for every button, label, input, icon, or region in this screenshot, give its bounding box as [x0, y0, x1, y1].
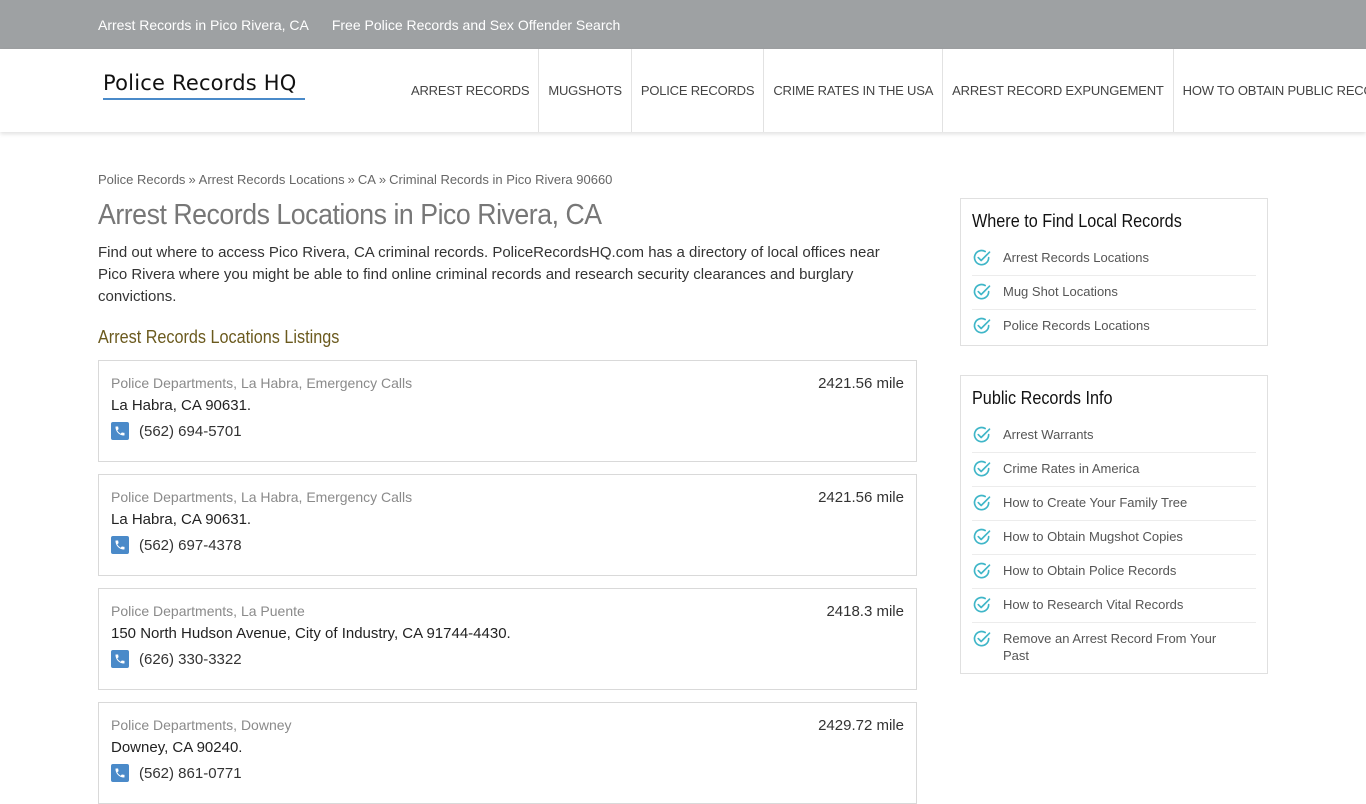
- listing-distance: 2421.56 mile: [818, 375, 904, 392]
- listing-card: Police Departments, La Habra, Emergency …: [98, 474, 917, 576]
- sidebar-item-label: Arrest Warrants: [1003, 427, 1094, 442]
- logo-text: Police Records HQ: [103, 71, 297, 95]
- topbar-link-free-search[interactable]: Free Police Records and Sex Offender Sea…: [332, 17, 620, 33]
- breadcrumb-arrest-locations[interactable]: Arrest Records Locations: [199, 172, 345, 187]
- listing-phone[interactable]: (562) 694-5701: [111, 422, 904, 440]
- site-logo[interactable]: Police Records HQ: [103, 71, 305, 100]
- page-title: Arrest Records Locations in Pico Rivera,…: [98, 199, 602, 231]
- check-circle-icon: [973, 460, 991, 477]
- sidebar-item[interactable]: Remove an Arrest Record From Your Past: [972, 623, 1256, 671]
- nav-item-expungement[interactable]: Arrest Record Expungement: [942, 49, 1172, 132]
- sidebar-item[interactable]: Arrest Warrants: [972, 419, 1256, 453]
- topbar-link-arrest-records[interactable]: Arrest Records in Pico Rivera, CA: [98, 17, 309, 33]
- sidebar-widget-public-records: Public Records Info Arrest Warrants Crim…: [960, 375, 1268, 674]
- widget-title: Public Records Info: [972, 388, 1113, 408]
- widget-title: Where to Find Local Records: [972, 211, 1182, 231]
- listing-phone[interactable]: (562) 861-0771: [111, 764, 904, 782]
- logo-underline: [103, 98, 305, 100]
- site-header: Police Records HQ Arrest Records Mugshot…: [0, 49, 1366, 132]
- sidebar-item-label: How to Research Vital Records: [1003, 597, 1184, 612]
- listing-distance: 2429.72 mile: [818, 717, 904, 734]
- intro-text: Find out where to access Pico Rivera, CA…: [98, 244, 880, 305]
- sidebar-item-label: Police Records Locations: [1003, 318, 1150, 333]
- check-circle-icon: [973, 596, 991, 613]
- sidebar-item[interactable]: Arrest Records Locations: [972, 242, 1256, 276]
- listings-heading: Arrest Records Locations Listings: [98, 327, 340, 347]
- main-content: Police Records» Arrest Records Locations»…: [98, 172, 917, 804]
- breadcrumb-separator: »: [378, 172, 387, 187]
- listing-title[interactable]: Police Departments, Downey: [111, 717, 904, 735]
- sidebar-item[interactable]: How to Obtain Police Records: [972, 555, 1256, 589]
- sidebar-item[interactable]: How to Obtain Mugshot Copies: [972, 521, 1256, 555]
- sidebar-item[interactable]: Police Records Locations: [972, 310, 1256, 343]
- breadcrumb: Police Records» Arrest Records Locations»…: [98, 172, 917, 190]
- listing-title[interactable]: Police Departments, La Puente: [111, 603, 904, 621]
- sidebar-item-label: Crime Rates in America: [1003, 461, 1140, 476]
- listing-distance: 2421.56 mile: [818, 489, 904, 506]
- check-circle-icon: [973, 283, 991, 300]
- listing-address: La Habra, CA 90631.: [111, 397, 252, 414]
- listing-title[interactable]: Police Departments, La Habra, Emergency …: [111, 375, 904, 393]
- listing-phone[interactable]: (562) 697-4378: [111, 536, 904, 554]
- main-nav: Arrest Records Mugshots Police Records C…: [402, 49, 1366, 132]
- sidebar-item[interactable]: Mug Shot Locations: [972, 276, 1256, 310]
- sidebar-widget-local-records: Where to Find Local Records Arrest Recor…: [960, 198, 1268, 346]
- sidebar-item-label: How to Obtain Police Records: [1003, 563, 1177, 578]
- breadcrumb-current[interactable]: Criminal Records in Pico Rivera 90660: [389, 172, 612, 187]
- check-circle-icon: [973, 317, 991, 334]
- sidebar-item-label: How to Create Your Family Tree: [1003, 495, 1188, 510]
- phone-icon: [111, 650, 129, 668]
- listing-address: 150 North Hudson Avenue, City of Industr…: [111, 625, 511, 642]
- check-circle-icon: [973, 630, 991, 647]
- listing-phone-number: (626) 330-3322: [139, 650, 242, 668]
- phone-icon: [111, 422, 129, 440]
- listing-card: Police Departments, La Puente 2418.3 mil…: [98, 588, 917, 690]
- sidebar-item-label: Remove an Arrest Record From Your Past: [1003, 631, 1217, 663]
- listing-phone[interactable]: (626) 330-3322: [111, 650, 904, 668]
- breadcrumb-police-records[interactable]: Police Records: [98, 172, 185, 187]
- sidebar-item[interactable]: Crime Rates in America: [972, 453, 1256, 487]
- breadcrumb-separator: »: [347, 172, 355, 187]
- check-circle-icon: [973, 528, 991, 545]
- breadcrumb-ca[interactable]: CA: [358, 172, 376, 187]
- listing-title[interactable]: Police Departments, La Habra, Emergency …: [111, 489, 904, 507]
- nav-item-police-records[interactable]: Police Records: [630, 49, 764, 132]
- sidebar-item-label: Arrest Records Locations: [1003, 250, 1149, 265]
- listing-card: Police Departments, La Habra, Emergency …: [98, 360, 917, 462]
- breadcrumb-separator: »: [188, 172, 196, 187]
- listing-address: La Habra, CA 90631.: [111, 511, 252, 528]
- check-circle-icon: [973, 562, 991, 579]
- nav-item-crime-rates[interactable]: Crime Rates in the USA: [763, 49, 942, 132]
- check-circle-icon: [973, 494, 991, 511]
- nav-item-public-records[interactable]: How to Obtain Public Records: [1172, 49, 1366, 132]
- phone-icon: [111, 536, 129, 554]
- top-bar: Arrest Records in Pico Rivera, CA Free P…: [0, 0, 1366, 49]
- phone-icon: [111, 764, 129, 782]
- sidebar-item-label: Mug Shot Locations: [1003, 284, 1118, 299]
- listing-distance: 2418.3 mile: [826, 603, 904, 620]
- nav-item-arrest-records[interactable]: Arrest Records: [402, 49, 538, 132]
- listing-phone-number: (562) 861-0771: [139, 764, 242, 782]
- listing-address: Downey, CA 90240.: [111, 739, 243, 756]
- listing-phone-number: (562) 697-4378: [139, 536, 242, 554]
- listing-card: Police Departments, Downey 2429.72 mile …: [98, 702, 917, 804]
- check-circle-icon: [973, 426, 991, 443]
- sidebar-item-label: How to Obtain Mugshot Copies: [1003, 529, 1183, 544]
- sidebar-item[interactable]: How to Research Vital Records: [972, 589, 1256, 623]
- listing-phone-number: (562) 694-5701: [139, 422, 242, 440]
- sidebar-item[interactable]: How to Create Your Family Tree: [972, 487, 1256, 521]
- nav-item-mugshots[interactable]: Mugshots: [538, 49, 631, 132]
- check-circle-icon: [973, 249, 991, 266]
